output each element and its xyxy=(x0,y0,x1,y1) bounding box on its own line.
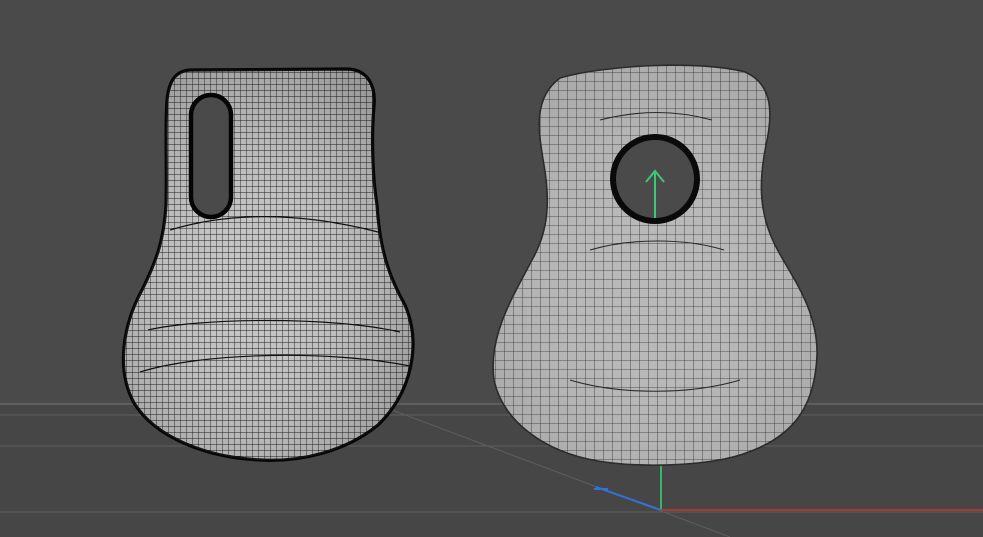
jug-handle-hole xyxy=(188,92,234,220)
scene-canvas[interactable] xyxy=(0,0,983,537)
ground-plane xyxy=(0,403,983,537)
floor-area xyxy=(0,404,983,537)
jug-mesh[interactable] xyxy=(121,67,415,462)
jug-shading xyxy=(123,69,413,461)
guitar-body-mesh[interactable] xyxy=(492,64,818,466)
viewport-3d[interactable] xyxy=(0,0,983,537)
guitar-shading xyxy=(493,65,818,466)
